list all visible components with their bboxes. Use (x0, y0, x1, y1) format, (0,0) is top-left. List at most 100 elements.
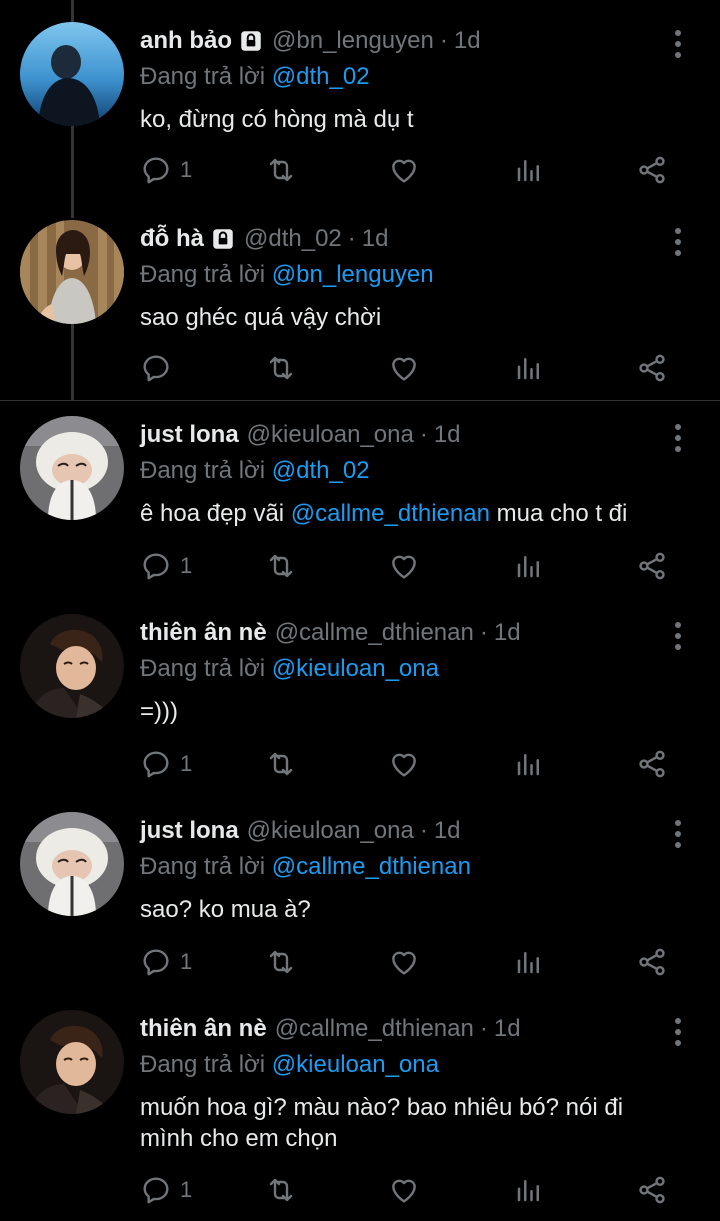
timestamp[interactable]: 1d (494, 619, 521, 647)
views-button[interactable] (514, 942, 544, 982)
views-button[interactable] (514, 348, 544, 388)
tweet-header: thiên ân nè @callme_dthienan · 1d (140, 614, 680, 652)
reply-button[interactable]: 1 (140, 1170, 192, 1210)
reply-button[interactable]: 1 (140, 744, 192, 784)
replying-to: Đang trả lời @dth_02 (140, 60, 680, 94)
display-name[interactable]: anh bảo (140, 27, 232, 55)
more-options-icon[interactable] (664, 424, 692, 452)
retweet-icon (269, 752, 293, 776)
tweet-mention[interactable]: @callme_dthienan (291, 500, 490, 527)
avatar[interactable] (20, 1010, 124, 1114)
reply-count: 1 (180, 751, 193, 776)
share-icon (639, 354, 665, 382)
retweet-button[interactable] (264, 1170, 298, 1210)
replying-to-mention[interactable]: @kieuloan_ona (272, 655, 439, 682)
like-button[interactable] (388, 150, 420, 190)
share-button[interactable] (636, 348, 668, 388)
display-name[interactable]: just lona (140, 421, 239, 449)
more-options-icon[interactable] (664, 228, 692, 256)
share-button[interactable] (636, 546, 668, 586)
share-button[interactable] (636, 942, 668, 982)
like-button[interactable] (388, 1170, 420, 1210)
views-icon (517, 556, 539, 578)
heart-icon (392, 555, 416, 579)
more-options-icon[interactable] (664, 1018, 692, 1046)
retweet-icon (269, 950, 293, 974)
reply-button[interactable]: 1 (140, 150, 192, 190)
tweet-content: đỗ hà @dth_02 · 1d Đang trả lời @bn_leng… (140, 220, 680, 333)
user-handle[interactable]: @callme_dthienan (275, 1015, 474, 1043)
like-button[interactable] (388, 942, 420, 982)
user-handle[interactable]: @kieuloan_ona (247, 421, 414, 449)
reply-button[interactable] (140, 348, 172, 388)
more-options-icon[interactable] (664, 30, 692, 58)
views-icon (517, 1180, 539, 1202)
avatar[interactable] (20, 614, 124, 718)
retweet-button[interactable] (264, 150, 298, 190)
avatar[interactable] (20, 416, 124, 520)
thread-divider (0, 400, 720, 401)
reply-icon (143, 553, 169, 580)
heart-icon (392, 357, 416, 381)
views-button[interactable] (514, 150, 544, 190)
views-icon (517, 952, 539, 974)
tweet-text: ê hoa đẹp vãi @callme_dthienan mua cho t… (140, 498, 680, 529)
avatar[interactable] (20, 812, 124, 916)
retweet-button[interactable] (264, 942, 298, 982)
retweet-button[interactable] (264, 348, 298, 388)
display-name[interactable]: đỗ hà (140, 225, 204, 253)
avatar[interactable] (20, 220, 124, 324)
reply-thread: anh bảo @bn_lenguyen · 1d Đang trả lời @… (0, 0, 720, 1221)
tweet-text: sao? ko mua à? (140, 896, 311, 923)
replying-to-mention[interactable]: @dth_02 (272, 63, 370, 90)
share-button[interactable] (636, 1170, 668, 1210)
share-icon (639, 750, 665, 778)
timestamp[interactable]: 1d (454, 27, 481, 55)
display-name[interactable]: thiên ân nè (140, 1015, 267, 1043)
reply-button[interactable]: 1 (140, 942, 192, 982)
retweet-button[interactable] (264, 744, 298, 784)
tweet-text-line: muốn hoa gì? màu nào? bao nhiêu bó? nói … (140, 1094, 624, 1121)
timestamp[interactable]: 1d (362, 225, 389, 253)
timestamp[interactable]: 1d (494, 1015, 521, 1043)
share-button[interactable] (636, 150, 668, 190)
retweet-button[interactable] (264, 546, 298, 586)
like-button[interactable] (388, 348, 420, 388)
replying-to-label: Đang trả lời (140, 1051, 266, 1078)
replying-to-label: Đang trả lời (140, 261, 266, 288)
display-name[interactable]: just lona (140, 817, 239, 845)
replying-to-mention[interactable]: @dth_02 (272, 457, 370, 484)
avatar[interactable] (20, 22, 124, 126)
replying-to-mention[interactable]: @bn_lenguyen (272, 261, 434, 288)
user-handle[interactable]: @bn_lenguyen (272, 27, 434, 55)
tweet-header: just lona @kieuloan_ona · 1d (140, 812, 680, 850)
timestamp[interactable]: 1d (434, 421, 461, 449)
replying-to-label: Đang trả lời (140, 457, 266, 484)
display-name[interactable]: thiên ân nè (140, 619, 267, 647)
replying-to-mention[interactable]: @kieuloan_ona (272, 1051, 439, 1078)
reply-button[interactable]: 1 (140, 546, 192, 586)
separator-dot: · (347, 225, 356, 252)
user-handle[interactable]: @kieuloan_ona (247, 817, 414, 845)
heart-icon (392, 1179, 416, 1203)
views-button[interactable] (514, 1170, 544, 1210)
retweet-icon (269, 554, 293, 578)
views-button[interactable] (514, 744, 544, 784)
views-button[interactable] (514, 546, 544, 586)
share-button[interactable] (636, 744, 668, 784)
like-button[interactable] (388, 744, 420, 784)
timestamp[interactable]: 1d (434, 817, 461, 845)
share-icon (639, 552, 665, 580)
more-options-icon[interactable] (664, 820, 692, 848)
user-handle[interactable]: @callme_dthienan (275, 619, 474, 647)
tweet-text: =))) (140, 698, 178, 725)
user-handle[interactable]: @dth_02 (244, 225, 342, 253)
replying-to-mention[interactable]: @callme_dthienan (272, 853, 471, 880)
reply-icon (143, 355, 169, 382)
tweet-actions: 1 (140, 546, 680, 586)
reply-icon (143, 949, 169, 976)
more-options-icon[interactable] (664, 622, 692, 650)
replying-to: Đang trả lời @bn_lenguyen (140, 258, 680, 292)
like-button[interactable] (388, 546, 420, 586)
tweet-content: just lona @kieuloan_ona · 1d Đang trả lờ… (140, 812, 680, 925)
